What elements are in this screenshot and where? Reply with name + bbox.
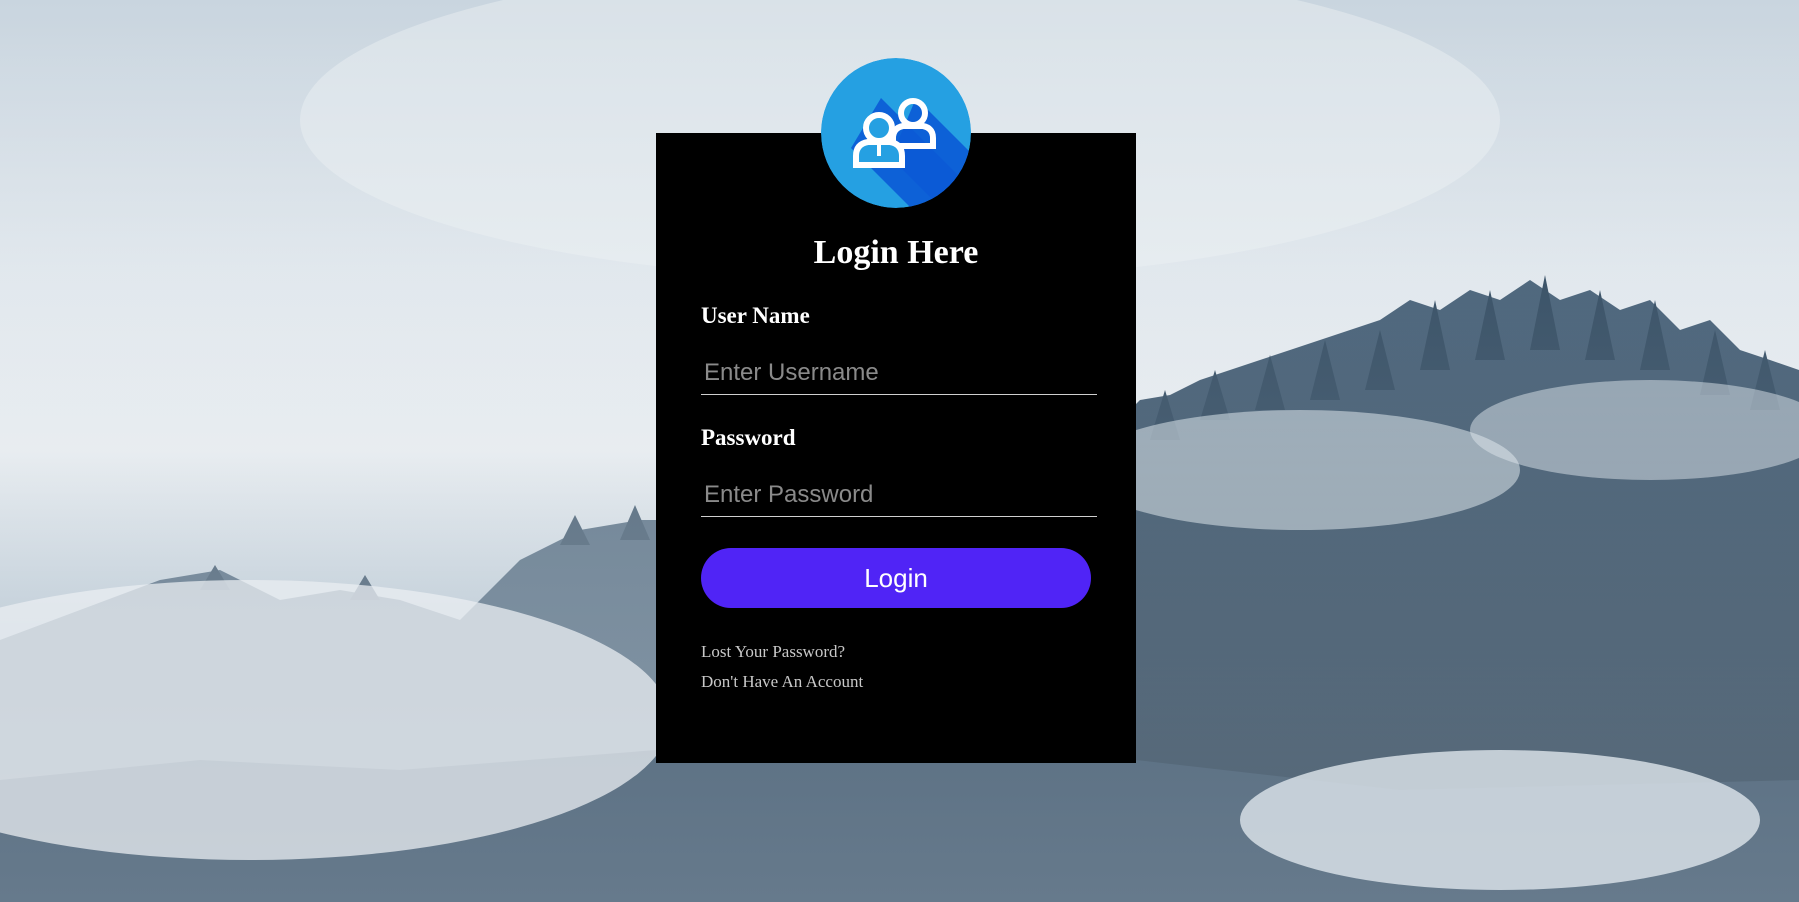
username-input[interactable]	[701, 351, 1097, 395]
users-icon	[821, 58, 971, 208]
form-title: Login Here	[813, 234, 979, 271]
password-label: Password	[701, 425, 796, 450]
password-input[interactable]	[701, 473, 1097, 517]
login-form: Login Here User Name Password Login Lost…	[656, 133, 1136, 763]
username-label: User Name	[701, 303, 810, 328]
avatar	[821, 58, 971, 208]
signup-link[interactable]: Don't Have An Account	[701, 672, 863, 692]
login-button[interactable]: Login	[701, 548, 1091, 608]
lost-password-link[interactable]: Lost Your Password?	[701, 642, 845, 662]
